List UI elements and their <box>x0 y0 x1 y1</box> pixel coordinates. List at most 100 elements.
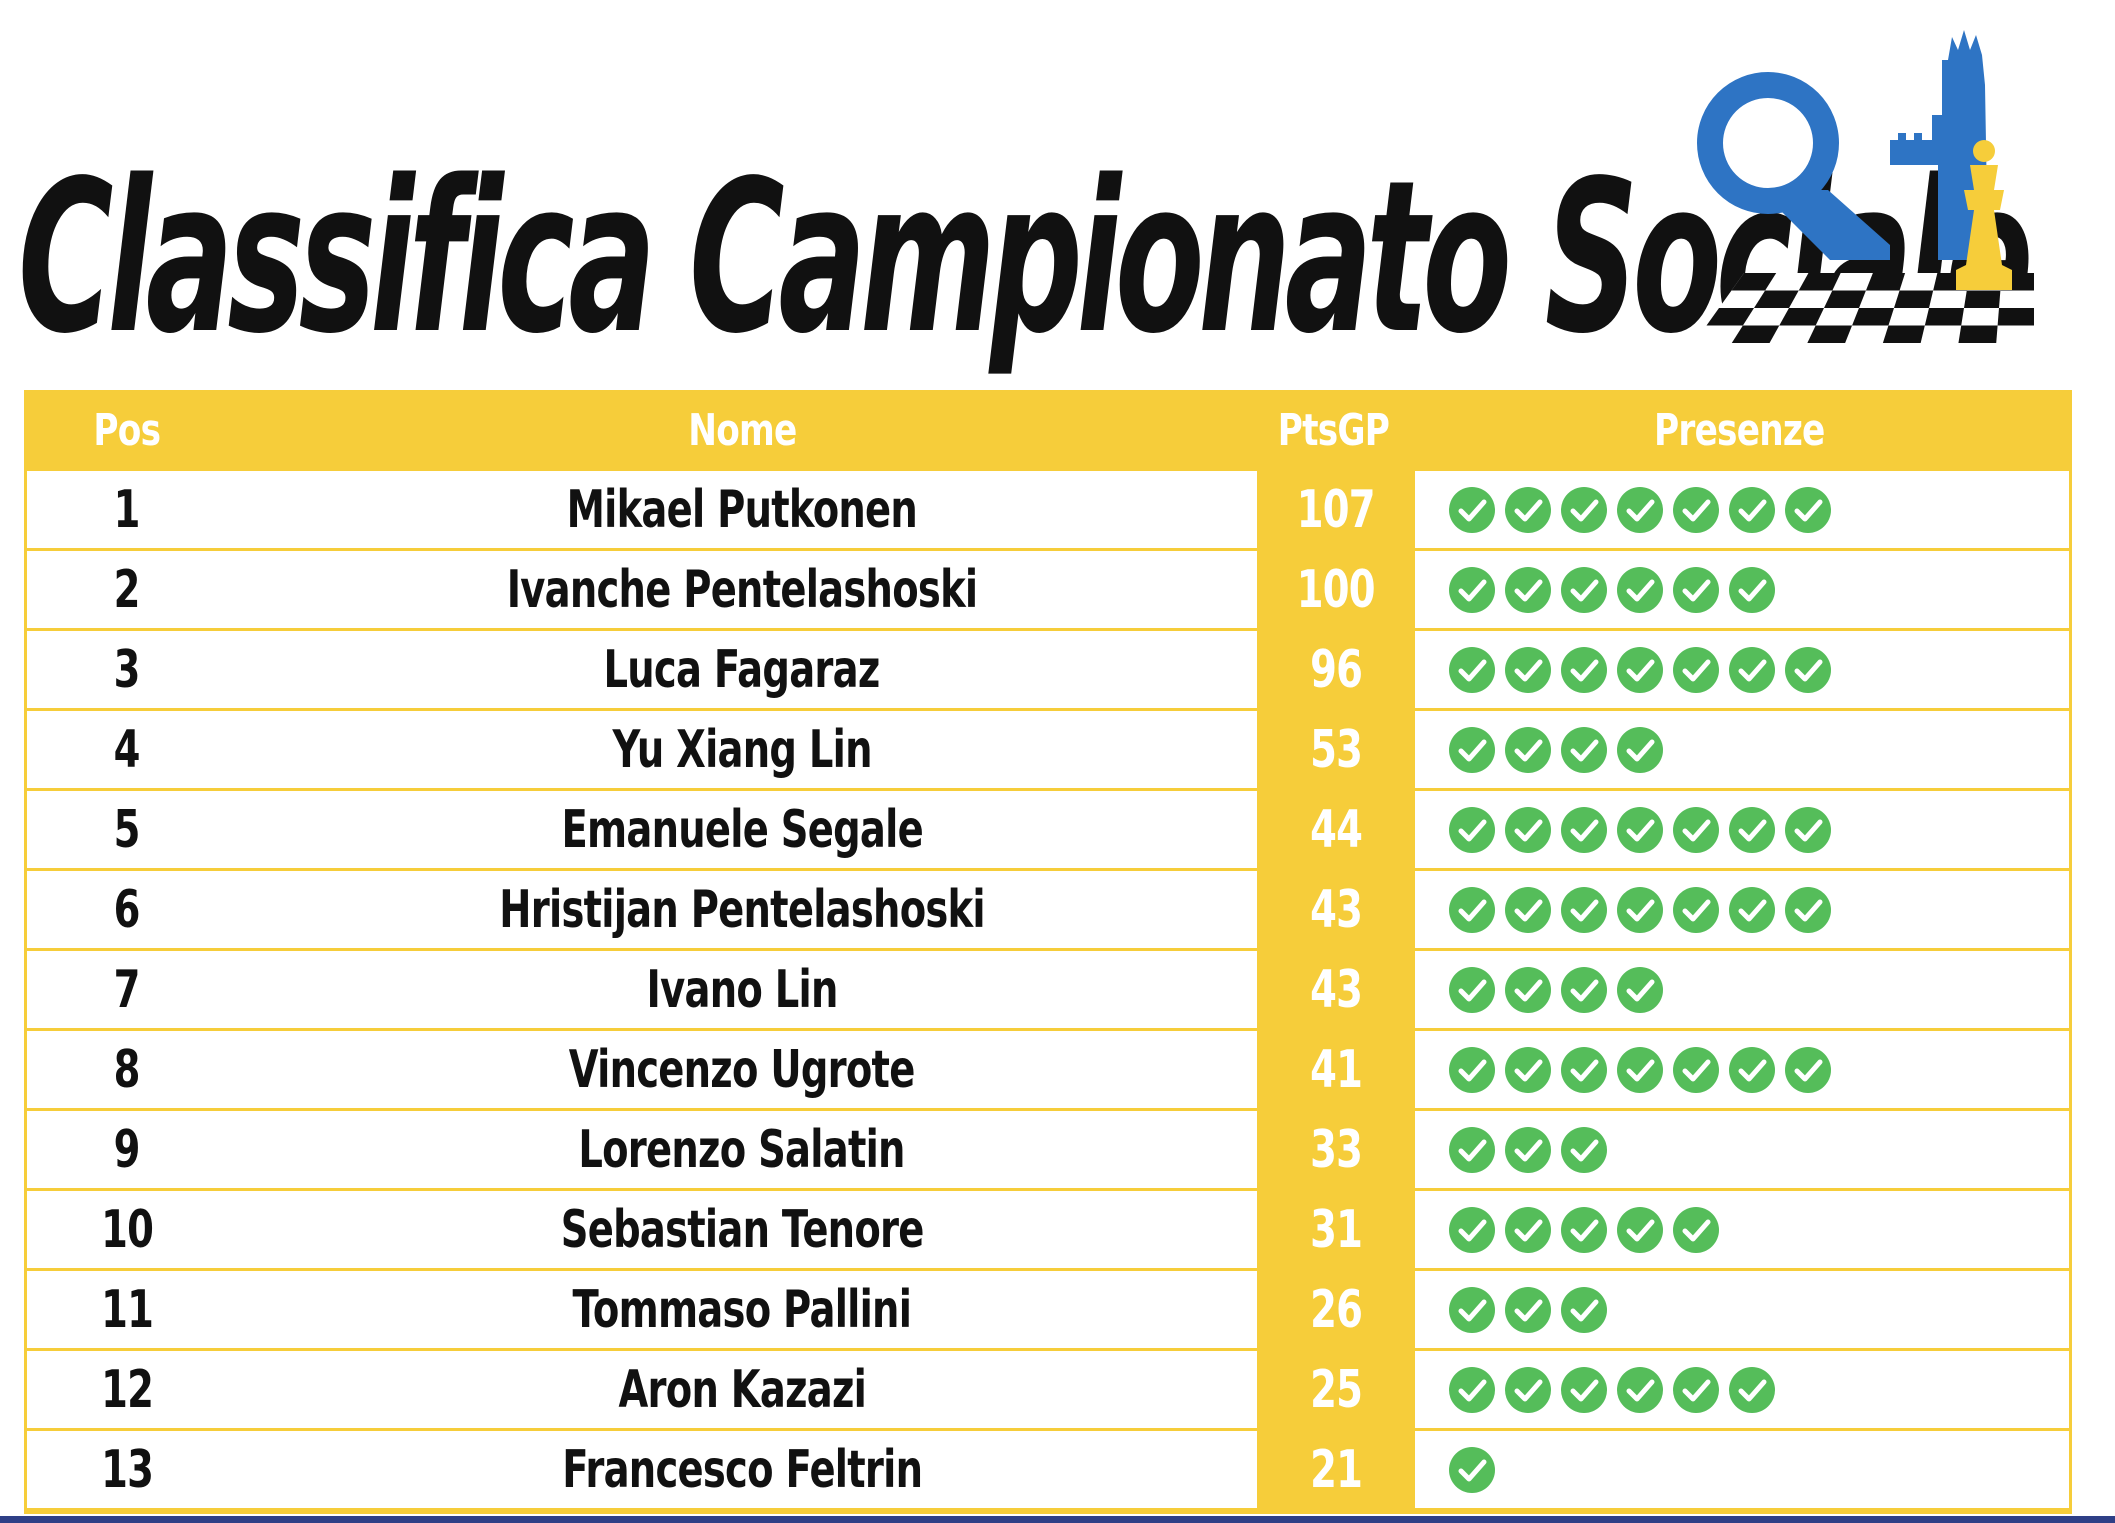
cell-name: Francesco Feltrin <box>227 1431 1257 1508</box>
cell-name-text: Francesco Feltrin <box>561 1439 923 1500</box>
cell-pos: 9 <box>27 1111 227 1188</box>
cell-points-text: 43 <box>1309 959 1363 1020</box>
cell-pos-text: 13 <box>100 1439 154 1500</box>
cell-name-text: Sebastian Tenore <box>560 1199 925 1260</box>
cell-pos-text: 4 <box>113 719 141 780</box>
check-circle-icon <box>1449 806 1495 853</box>
check-circle-icon <box>1561 566 1607 613</box>
cell-pos-text: 11 <box>100 1279 154 1340</box>
cell-name: Lorenzo Salatin <box>227 1111 1257 1188</box>
check-circle-icon <box>1561 646 1607 693</box>
table-row: 12 Aron Kazazi 25 <box>27 1351 2069 1431</box>
check-circle-icon <box>1505 966 1551 1013</box>
cell-pos-text: 12 <box>100 1359 154 1420</box>
check-circle-icon <box>1673 566 1719 613</box>
cell-points-text: 41 <box>1309 1039 1363 1100</box>
check-circle-icon <box>1505 806 1551 853</box>
check-circle-icon <box>1729 1366 1775 1413</box>
cell-pos-text: 2 <box>113 559 141 620</box>
cell-pos: 12 <box>27 1351 227 1428</box>
check-circle-icon <box>1449 1046 1495 1093</box>
check-circle-icon <box>1505 726 1551 773</box>
check-circle-icon <box>1617 1206 1663 1253</box>
check-circle-icon <box>1449 1366 1495 1413</box>
cell-points-text: 21 <box>1309 1439 1363 1500</box>
cell-pos: 2 <box>27 551 227 628</box>
check-circle-icon <box>1505 646 1551 693</box>
check-circle-icon <box>1617 646 1663 693</box>
cell-presences <box>1415 791 2069 868</box>
cell-points: 107 <box>1257 471 1415 548</box>
cell-name: Ivanche Pentelashoski <box>227 551 1257 628</box>
cell-presences <box>1415 951 2069 1028</box>
cell-points: 53 <box>1257 711 1415 788</box>
cell-points: 33 <box>1257 1111 1415 1188</box>
cell-name-text: Lorenzo Salatin <box>578 1119 906 1180</box>
check-circle-icon <box>1505 886 1551 933</box>
check-circle-icon <box>1785 1046 1831 1093</box>
cell-name-text: Mikael Putkonen <box>566 479 918 540</box>
cell-points: 44 <box>1257 791 1415 868</box>
cell-pos-text: 5 <box>113 799 141 860</box>
table-row: 3 Luca Fagaraz 96 <box>27 631 2069 711</box>
cell-points: 25 <box>1257 1351 1415 1428</box>
cell-name-text: Yu Xiang Lin <box>612 719 872 780</box>
bottom-bar <box>0 1516 2115 1523</box>
logo-letter-ring <box>1697 72 1839 214</box>
check-circle-icon <box>1449 646 1495 693</box>
cell-points-text: 100 <box>1296 559 1376 620</box>
cell-points-text: 43 <box>1309 879 1363 940</box>
page-title: Classifica Campionato Sociale <box>18 135 2033 380</box>
check-circle-icon <box>1561 966 1607 1013</box>
table-row: 5 Emanuele Segale 44 <box>27 791 2069 871</box>
standings-table: Pos Nome PtsGP Presenze 1 Mikael Putkonen… <box>24 390 2072 1514</box>
check-circle-icon <box>1673 1366 1719 1413</box>
check-circle-icon <box>1561 726 1607 773</box>
cell-points-text: 44 <box>1309 799 1363 860</box>
check-circle-icon <box>1561 486 1607 533</box>
table-row: 9 Lorenzo Salatin 33 <box>27 1111 2069 1191</box>
cell-pos: 10 <box>27 1191 227 1268</box>
table-row: 6 Hristijan Pentelashoski 43 <box>27 871 2069 951</box>
check-circle-icon <box>1449 726 1495 773</box>
check-circle-icon <box>1617 1366 1663 1413</box>
cell-pos-text: 8 <box>113 1039 141 1100</box>
cell-pos-text: 9 <box>113 1119 141 1180</box>
check-circle-icon <box>1505 1206 1551 1253</box>
cell-name-text: Hristijan Pentelashoski <box>499 879 985 940</box>
cell-points-text: 107 <box>1296 479 1376 540</box>
check-circle-icon <box>1561 1046 1607 1093</box>
cell-pos-text: 1 <box>113 479 141 540</box>
cell-pos-text: 7 <box>113 959 141 1020</box>
cell-pos-text: 3 <box>113 639 141 700</box>
cell-presences <box>1415 1351 2069 1428</box>
check-circle-icon <box>1561 1366 1607 1413</box>
logo-letter-tail <box>1760 190 1890 260</box>
cell-pos-text: 6 <box>113 879 141 940</box>
cell-name: Tommaso Pallini <box>227 1271 1257 1348</box>
cell-points: 21 <box>1257 1431 1415 1508</box>
cell-points: 41 <box>1257 1031 1415 1108</box>
check-circle-icon <box>1673 1206 1719 1253</box>
check-circle-icon <box>1561 886 1607 933</box>
cell-pos: 6 <box>27 871 227 948</box>
cell-points-text: 31 <box>1309 1199 1363 1260</box>
cell-points-text: 53 <box>1309 719 1363 780</box>
cell-points-text: 96 <box>1309 639 1363 700</box>
cell-points-text: 25 <box>1309 1359 1363 1420</box>
cell-pos: 4 <box>27 711 227 788</box>
cell-pos: 13 <box>27 1431 227 1508</box>
table-row: 8 Vincenzo Ugrote 41 <box>27 1031 2069 1111</box>
check-circle-icon <box>1505 1126 1551 1173</box>
header-name: Nome <box>687 405 797 456</box>
cell-pos: 11 <box>27 1271 227 1348</box>
cell-name: Emanuele Segale <box>227 791 1257 868</box>
header-pos: Pos <box>93 405 162 456</box>
check-circle-icon <box>1617 806 1663 853</box>
cell-presences <box>1415 631 2069 708</box>
check-circle-icon <box>1673 806 1719 853</box>
chess-club-logo <box>1694 30 2034 343</box>
check-circle-icon <box>1617 566 1663 613</box>
cell-name-text: Tommaso Pallini <box>572 1279 912 1340</box>
cell-pos: 8 <box>27 1031 227 1108</box>
